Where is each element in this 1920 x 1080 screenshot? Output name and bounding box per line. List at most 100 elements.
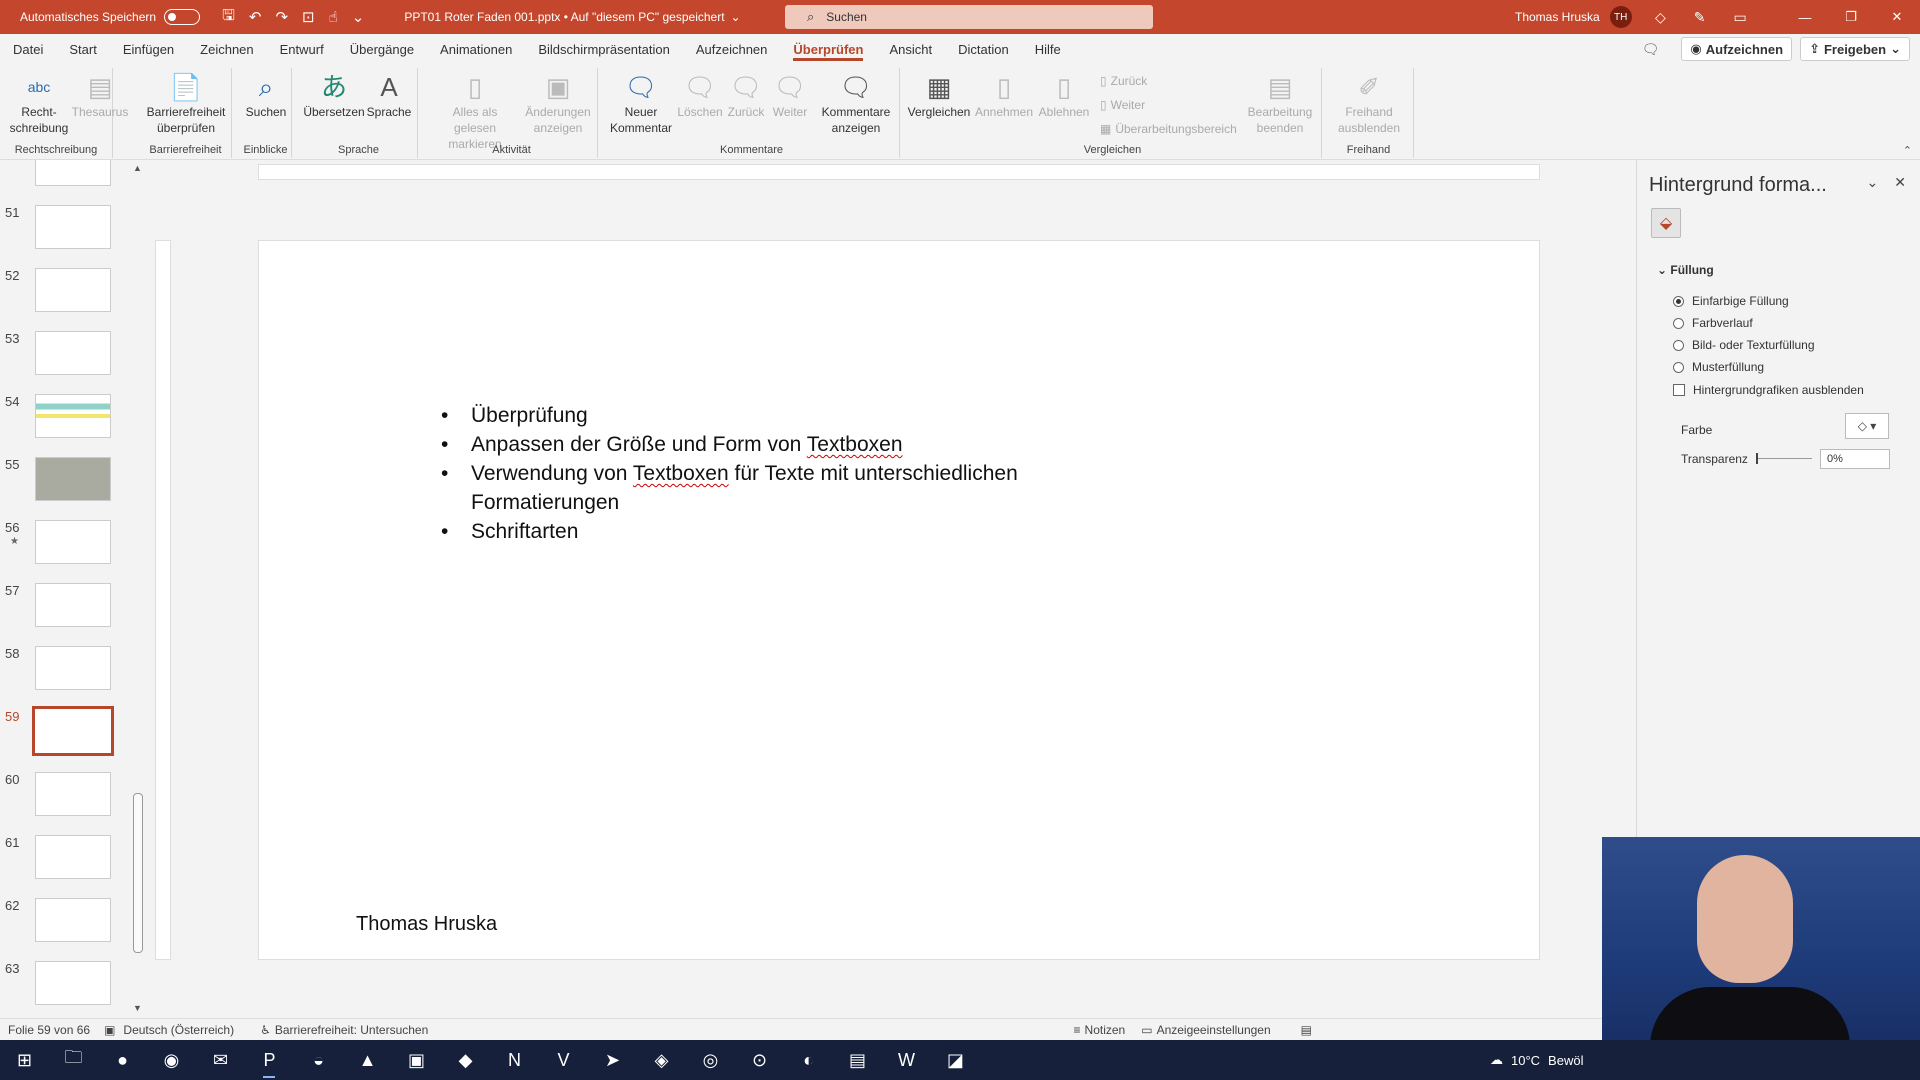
show-comments-button[interactable]: 🗨 Kommentare anzeigen [814,70,898,136]
tab-hilfe[interactable]: Hilfe [1022,34,1074,64]
option-picture-fill[interactable]: Bild- oder Texturfüllung [1673,338,1815,352]
collapse-ribbon-icon[interactable]: ⌃ [1903,144,1912,157]
bullet-item[interactable]: Anpassen der Größe und Form von Textboxe… [441,430,1141,459]
thumbnail-51[interactable]: 51 [0,205,130,259]
radio-gradient-fill[interactable] [1673,317,1684,329]
app-icon[interactable]: ▣ [392,1040,441,1080]
share-button[interactable]: ⇪ Freigeben ⌄ [1800,37,1910,61]
spelling-button[interactable]: abc Recht- schreibung [8,70,70,136]
telegram-icon[interactable]: ➤ [588,1040,637,1080]
chevron-down-icon[interactable]: ⌄ [1867,174,1879,191]
app-icon[interactable]: ◒ [294,1040,343,1080]
slide-thumbnail[interactable] [35,457,111,501]
comment-icon[interactable]: 🗨 [1642,41,1660,58]
save-icon[interactable]: 🖫 [222,5,235,30]
close-icon[interactable]: ✕ [1874,0,1920,34]
fill-bucket-icon[interactable]: ⬙ [1651,208,1681,238]
next-change-button[interactable]: ▯ Weiter [1100,98,1145,112]
slide-thumbnail[interactable] [35,331,111,375]
slide-thumbnail[interactable] [35,898,111,942]
bullet-item[interactable]: Überprüfung [441,401,1141,430]
thumbnail-54[interactable]: 54 [0,394,130,448]
slide-thumbnail[interactable] [35,772,111,816]
tab-datei[interactable]: Datei [0,34,56,64]
reject-button[interactable]: ▯ Ablehnen [1036,70,1092,120]
slide-thumbnail[interactable] [35,961,111,1005]
document-title[interactable]: PPT01 Roter Faden 001.pptx • Auf "diesem… [404,10,740,24]
outlook-icon[interactable]: ✉ [196,1040,245,1080]
ribbon-display-icon[interactable]: ▭ [1734,9,1747,26]
thumbnail-53[interactable]: 53 [0,331,130,385]
slide-thumbnail[interactable] [35,520,111,564]
next-comment-button[interactable]: 🗨 Weiter [768,70,812,120]
pen-icon[interactable]: ✎ [1694,9,1706,26]
checkbox-hide-graphics[interactable] [1673,384,1685,396]
language-button[interactable]: A Sprache [364,70,414,120]
slide-thumbnail[interactable] [35,394,111,438]
scroll-up-icon[interactable]: ▲ [133,163,142,173]
tab-uebergaenge[interactable]: Übergänge [337,34,427,64]
tab-ueberpruefen[interactable]: Überprüfen [780,34,876,64]
restore-icon[interactable]: ❐ [1828,0,1874,34]
thumbnail-57[interactable]: 57 [0,583,130,637]
previous-comment-button[interactable]: 🗨 Zurück [724,70,768,120]
tab-dictation[interactable]: Dictation [945,34,1022,64]
accessibility-check-button[interactable]: 📄 Barrierefreiheit überprüfen [146,70,226,136]
slide-thumbnail[interactable] [35,646,111,690]
app-icon[interactable]: V [539,1040,588,1080]
thumbnail-scrollbar[interactable]: ▲ ▼ [131,163,145,1018]
accessibility-status[interactable]: ♿ Barrierefreiheit: Untersuchen [260,1023,428,1037]
option-hide-background-graphics[interactable]: Hintergrundgrafiken ausblenden [1673,383,1864,397]
option-solid-fill[interactable]: Einfarbige Füllung [1673,294,1789,308]
translate-button[interactable]: あ Übersetzen [303,70,364,120]
slide-thumbnail[interactable] [35,268,111,312]
scrollbar-thumb[interactable] [133,793,143,953]
obs-icon[interactable]: ◎ [686,1040,735,1080]
thumbnail-63[interactable]: 63 [0,961,130,1015]
thumbnail-56[interactable]: 56 ★ [0,520,130,574]
touch-mode-icon[interactable]: ☝ [329,8,338,26]
transparency-slider[interactable] [1756,453,1812,464]
option-gradient-fill[interactable]: Farbverlauf [1673,316,1753,330]
bullet-item[interactable]: Schriftarten [441,517,1141,546]
language-status[interactable]: Deutsch (Österreich) [123,1023,234,1037]
present-icon[interactable]: ⊡ [302,8,315,26]
close-icon[interactable]: ✕ [1894,174,1906,191]
thumbnail-55[interactable]: 55 [0,457,130,511]
radio-solid-fill[interactable] [1673,295,1684,307]
radio-pattern-fill[interactable] [1673,361,1684,373]
powerpoint-icon[interactable]: P [245,1040,294,1080]
option-pattern-fill[interactable]: Musterfüllung [1673,360,1764,374]
app-icon[interactable]: ◆ [441,1040,490,1080]
app-icon[interactable]: ◐ [784,1040,833,1080]
review-pane-button[interactable]: ▦ Überarbeitungsbereich [1100,122,1237,136]
user-account[interactable]: Thomas Hruska TH [1515,0,1632,34]
customize-toolbar-icon[interactable]: ⌄ [352,8,365,26]
thumbnail-59[interactable]: 59 [0,706,130,763]
weather-widget[interactable]: ☁ 10°C Bewöl [1490,1040,1583,1080]
thumbnail-62[interactable]: 62 [0,898,130,952]
accept-button[interactable]: ▯ Annehmen [974,70,1034,120]
mark-all-read-button[interactable]: ▯ Alles als gelesen markieren [430,70,520,152]
diamond-icon[interactable]: ◇ [1655,9,1666,26]
avatar[interactable]: TH [1609,6,1632,28]
slide-thumbnail-partial[interactable] [35,160,111,186]
word-icon[interactable]: W [882,1040,931,1080]
bullet-list[interactable]: Überprüfung Anpassen der Größe und Form … [441,401,1141,546]
tab-zeichnen[interactable]: Zeichnen [187,34,266,64]
slide-thumbnail[interactable] [35,205,111,249]
search-button[interactable]: ⌕ Suchen [244,70,288,120]
transparency-input[interactable]: 0% [1820,449,1890,469]
app-icon[interactable]: ◈ [637,1040,686,1080]
thumbnail-61[interactable]: 61 [0,835,130,889]
thumbnail-60[interactable]: 60 [0,772,130,826]
new-comment-button[interactable]: 🗨 Neuer Kommentar [606,70,676,136]
tab-start[interactable]: Start [56,34,109,64]
autosave[interactable]: Automatisches Speichern [20,9,201,25]
redo-icon[interactable]: ↷ [275,8,288,26]
delete-comment-button[interactable]: 🗨 Löschen [676,70,724,120]
search-box[interactable]: ⌕ Suchen [785,5,1153,29]
slide-thumbnail-selected[interactable] [32,706,114,756]
autosave-toggle[interactable] [164,9,201,25]
tab-einfuegen[interactable]: Einfügen [110,34,187,64]
